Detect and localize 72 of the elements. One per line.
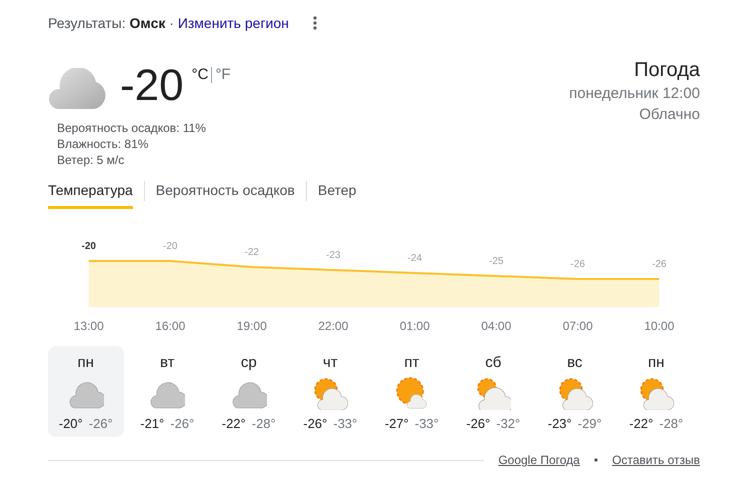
unit-toggle[interactable]: °C <box>192 66 208 83</box>
sun-cloud-icon <box>475 376 512 410</box>
data-label: -24 <box>408 253 422 264</box>
day-card[interactable]: вс -23° -29° <box>537 346 612 437</box>
footer-link[interactable]: Оставить отзыв <box>612 453 700 467</box>
day-name: пн <box>78 354 94 371</box>
day-card[interactable]: пн -22° -28° <box>618 346 694 437</box>
low-temperature: -26° <box>88 416 113 431</box>
day-card[interactable]: ср -22° -28° <box>211 346 286 437</box>
sun-cloud-icon <box>556 376 593 410</box>
day-name: вс <box>567 354 582 371</box>
sun-cloud-icon <box>312 376 348 410</box>
unit-toggle[interactable]: °F <box>215 66 231 83</box>
time-label: 13:00 <box>72 319 105 333</box>
high-temperature: -26° <box>303 416 328 431</box>
weather-title: Погода <box>634 58 700 83</box>
chart-tab[interactable]: Ветер <box>318 178 356 209</box>
data-label: -25 <box>489 256 504 267</box>
footer-link[interactable]: Google Погода <box>498 453 580 467</box>
high-temperature: -20° <box>58 416 83 431</box>
low-temperature: -29° <box>578 416 602 431</box>
day-name: сб <box>485 354 502 371</box>
data-label: -20 <box>82 241 96 252</box>
high-temperature: -22° <box>222 416 246 431</box>
low-temperature: -26° <box>170 416 194 431</box>
more-icon[interactable] <box>312 16 317 30</box>
high-temperature: -27° <box>384 416 409 431</box>
data-label: -20 <box>163 241 178 252</box>
time-label: 16:00 <box>154 319 186 333</box>
day-name: пт <box>404 354 420 371</box>
high-temperature: -26° <box>466 416 490 431</box>
low-temperature: -33° <box>333 416 358 431</box>
cloud-icon <box>48 68 106 110</box>
data-label: -26 <box>652 259 667 270</box>
low-temperature: -32° <box>496 416 520 431</box>
low-temperature: -33° <box>414 416 439 431</box>
current-temperature: -20 <box>120 64 184 108</box>
change-region-link[interactable]: Изменить регион <box>178 15 289 31</box>
weather-detail: Вероятность осадков: 11% <box>57 120 207 136</box>
day-card[interactable]: сб -26° -32° <box>456 346 531 437</box>
day-name: вт <box>160 354 174 371</box>
time-label: 04:00 <box>480 319 512 333</box>
data-label: -26 <box>570 259 586 270</box>
sun-cloud-icon <box>638 376 674 410</box>
high-temperature: -23° <box>548 416 572 431</box>
weather-detail: Ветер: 5 м/с <box>57 152 126 168</box>
time-label: 22:00 <box>317 319 350 333</box>
day-card[interactable]: пн -20° -26° <box>48 346 124 437</box>
separator-dot: • <box>594 453 598 467</box>
chart-tab[interactable]: Температура <box>48 178 133 209</box>
day-name: ср <box>240 354 257 371</box>
data-label: -23 <box>326 250 341 261</box>
low-temperature: -28° <box>659 416 684 431</box>
high-temperature: -22° <box>629 416 654 431</box>
data-label: -22 <box>244 247 260 258</box>
day-name: чт <box>322 354 338 371</box>
day-card[interactable]: пт -27° -33° <box>374 346 450 437</box>
high-temperature: -21° <box>140 416 164 431</box>
time-label: 10:00 <box>643 319 676 333</box>
time-label: 19:00 <box>236 319 268 333</box>
day-name: пн <box>648 354 664 371</box>
chart-tab[interactable]: Вероятность осадков <box>156 178 295 209</box>
condition-text: Облачно <box>639 105 700 125</box>
day-card[interactable]: чт -26° -33° <box>292 346 368 437</box>
weather-detail: Влажность: 81% <box>57 136 150 152</box>
sun-cloud-icon <box>394 376 430 410</box>
time-label: 01:00 <box>398 319 431 333</box>
time-label: 07:00 <box>562 319 594 333</box>
results-text: Результаты: Омск · <box>48 15 175 31</box>
low-temperature: -28° <box>252 416 276 431</box>
date-time: понедельник 12:00 <box>569 84 700 104</box>
day-card[interactable]: вт -21° -26° <box>130 346 205 437</box>
